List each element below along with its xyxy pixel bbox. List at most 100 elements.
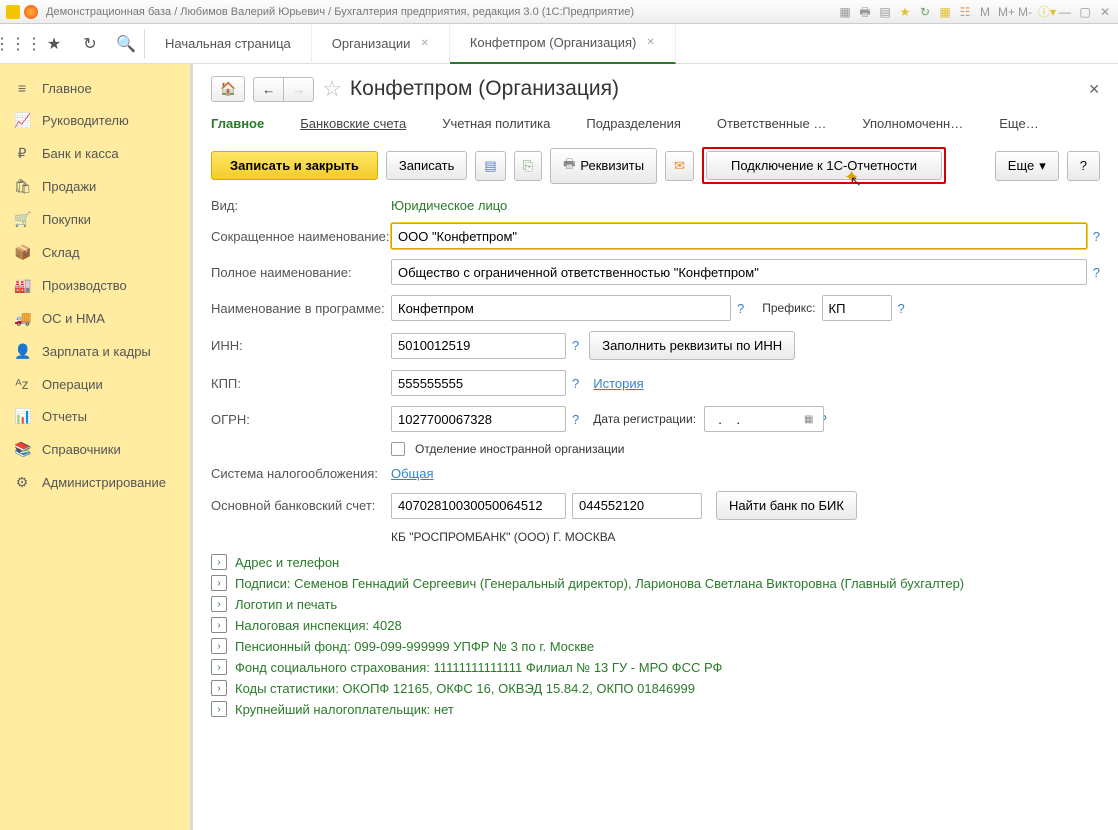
exp-stats[interactable]: Коды статистики: ОКОПФ 12165, ОКФС 16, О… bbox=[235, 681, 695, 696]
subtab-dept[interactable]: Подразделения bbox=[586, 112, 681, 135]
subtab-auth[interactable]: Уполномоченн… bbox=[862, 112, 963, 135]
kpp-input[interactable] bbox=[391, 370, 566, 396]
favorite-icon[interactable]: ☆ bbox=[322, 76, 342, 102]
help-icon[interactable]: ? bbox=[1093, 229, 1100, 244]
copy-icon-button[interactable]: ⎘ bbox=[514, 151, 542, 181]
exp-social[interactable]: Фонд социального страхования: 1111111111… bbox=[235, 660, 722, 675]
bank-acc-input[interactable] bbox=[391, 493, 566, 519]
connect-1c-button[interactable]: Подключение к 1С-Отчетности bbox=[706, 151, 942, 180]
exp-pension[interactable]: Пенсионный фонд: 099-099-999999 УПФР № 3… bbox=[235, 639, 594, 654]
doc-icon[interactable]: ▤ bbox=[878, 5, 892, 19]
theme-icon bbox=[24, 5, 38, 19]
home-button[interactable]: 🏠 bbox=[211, 76, 245, 102]
help-button[interactable]: ? bbox=[1067, 151, 1100, 181]
close-page-icon[interactable]: ✕ bbox=[1088, 81, 1100, 98]
expand-button[interactable]: › bbox=[211, 554, 227, 570]
sidebar-item-label: Производство bbox=[42, 278, 127, 293]
m-icon[interactable]: M bbox=[978, 5, 992, 19]
mail-icon-button[interactable]: ✉ bbox=[665, 151, 694, 181]
form-icon-button[interactable]: ▤ bbox=[475, 151, 505, 181]
expand-button[interactable]: › bbox=[211, 575, 227, 591]
star-tool-icon[interactable]: ★ bbox=[36, 24, 72, 64]
close-icon[interactable]: ✕ bbox=[420, 38, 428, 49]
maximize-icon[interactable]: ▢ bbox=[1078, 5, 1092, 19]
sidebar-item-stock[interactable]: 📦Склад bbox=[0, 236, 190, 269]
subtab-more[interactable]: Еще… bbox=[999, 112, 1038, 135]
sidebar-item-bank[interactable]: ₽Банк и касса bbox=[0, 137, 190, 170]
sidebar-item-admin[interactable]: ⚙Администрирование bbox=[0, 466, 190, 499]
print-icon[interactable]: 🖶 bbox=[858, 5, 872, 19]
exp-sign[interactable]: Подписи: Семенов Геннадий Сергеевич (Ген… bbox=[235, 576, 964, 591]
requisites-button[interactable]: 🖶Реквизиты bbox=[550, 148, 657, 184]
sidebar-item-refs[interactable]: 📚Справочники bbox=[0, 433, 190, 466]
info-icon[interactable]: ⓘ▾ bbox=[1038, 5, 1052, 19]
bik-input[interactable] bbox=[572, 493, 702, 519]
close-icon[interactable]: ✕ bbox=[1098, 5, 1112, 19]
label-foreign: Отделение иностранной организации bbox=[415, 442, 624, 456]
expand-button[interactable]: › bbox=[211, 659, 227, 675]
calc-icon[interactable]: ▦ bbox=[938, 5, 952, 19]
m3-icon[interactable]: M- bbox=[1018, 5, 1032, 19]
subtabs: Главное Банковские счета Учетная политик… bbox=[211, 112, 1100, 135]
prefix-input[interactable] bbox=[822, 295, 892, 321]
save-close-button[interactable]: Записать и закрыть bbox=[211, 151, 378, 180]
sidebar-item-production[interactable]: 🏭Производство bbox=[0, 269, 190, 302]
calendar-icon[interactable]: ▦ bbox=[804, 414, 813, 425]
exp-tax[interactable]: Налоговая инспекция: 4028 bbox=[235, 618, 402, 633]
exp-address[interactable]: Адрес и телефон bbox=[235, 555, 339, 570]
more-button[interactable]: Еще ▾ bbox=[995, 151, 1059, 181]
sidebar-item-manager[interactable]: 📈Руководителю bbox=[0, 104, 190, 137]
exp-large[interactable]: Крупнейший налогоплательщик: нет bbox=[235, 702, 454, 717]
tab-konfetprom[interactable]: Конфетпром (Организация)✕ bbox=[450, 24, 676, 64]
expand-button[interactable]: › bbox=[211, 596, 227, 612]
expand-button[interactable]: › bbox=[211, 617, 227, 633]
back-button[interactable]: ← bbox=[253, 77, 284, 102]
star-icon[interactable]: ★ bbox=[898, 5, 912, 19]
subtab-policy[interactable]: Учетная политика bbox=[442, 112, 550, 135]
inn-input[interactable] bbox=[391, 333, 566, 359]
sidebar-item-purchases[interactable]: 🛒Покупки bbox=[0, 203, 190, 236]
find-bank-button[interactable]: Найти банк по БИК bbox=[716, 491, 857, 520]
fill-inn-button[interactable]: Заполнить реквизиты по ИНН bbox=[589, 331, 795, 360]
sidebar-item-salary[interactable]: 👤Зарплата и кадры bbox=[0, 335, 190, 368]
sidebar-item-main[interactable]: ≡Главное bbox=[0, 72, 190, 104]
minimize-icon[interactable]: — bbox=[1058, 5, 1072, 19]
clipboard-icon[interactable]: ▦ bbox=[838, 5, 852, 19]
close-icon[interactable]: ✕ bbox=[646, 37, 654, 48]
expand-button[interactable]: › bbox=[211, 680, 227, 696]
expand-button[interactable]: › bbox=[211, 701, 227, 717]
sidebar-item-reports[interactable]: 📊Отчеты bbox=[0, 400, 190, 433]
history-icon[interactable]: ↻ bbox=[72, 24, 108, 64]
sidebar-item-sales[interactable]: 🛍Продажи bbox=[0, 170, 190, 203]
refresh-icon[interactable]: ↻ bbox=[918, 5, 932, 19]
expand-button[interactable]: › bbox=[211, 638, 227, 654]
apps-icon[interactable]: ⋮⋮⋮ bbox=[0, 24, 36, 64]
prog-name-input[interactable] bbox=[391, 295, 731, 321]
foreign-checkbox[interactable] bbox=[391, 442, 405, 456]
exp-logo[interactable]: Логотип и печать bbox=[235, 597, 337, 612]
help-icon[interactable]: ? bbox=[1093, 265, 1100, 280]
help-icon[interactable]: ? bbox=[737, 301, 744, 316]
subtab-bank[interactable]: Банковские счета bbox=[300, 112, 406, 135]
calendar-icon[interactable]: ☷ bbox=[958, 5, 972, 19]
full-name-input[interactable] bbox=[391, 259, 1087, 285]
sidebar-item-os[interactable]: 🚚ОС и НМА bbox=[0, 302, 190, 335]
search-icon[interactable]: 🔍 bbox=[108, 24, 144, 64]
help-icon[interactable]: ? bbox=[572, 338, 579, 353]
forward-button[interactable]: → bbox=[284, 77, 314, 102]
subtab-main[interactable]: Главное bbox=[211, 112, 264, 135]
help-icon[interactable]: ? bbox=[572, 412, 579, 427]
ogrn-input[interactable] bbox=[391, 406, 566, 432]
tax-system-link[interactable]: Общая bbox=[391, 466, 434, 481]
subtab-resp[interactable]: Ответственные … bbox=[717, 112, 826, 135]
m2-icon[interactable]: M+ bbox=[998, 5, 1012, 19]
tab-start[interactable]: Начальная страница bbox=[145, 24, 312, 64]
short-name-input[interactable] bbox=[391, 223, 1087, 249]
sidebar-item-ops[interactable]: ᴬzОперации bbox=[0, 368, 190, 400]
history-link[interactable]: История bbox=[593, 376, 643, 391]
help-icon[interactable]: ? bbox=[898, 301, 905, 316]
toolbar: ⋮⋮⋮ ★ ↻ 🔍 Начальная страница Организации… bbox=[0, 24, 1118, 64]
save-button[interactable]: Записать bbox=[386, 151, 468, 180]
tab-orgs[interactable]: Организации✕ bbox=[312, 24, 450, 64]
help-icon[interactable]: ? bbox=[572, 376, 579, 391]
